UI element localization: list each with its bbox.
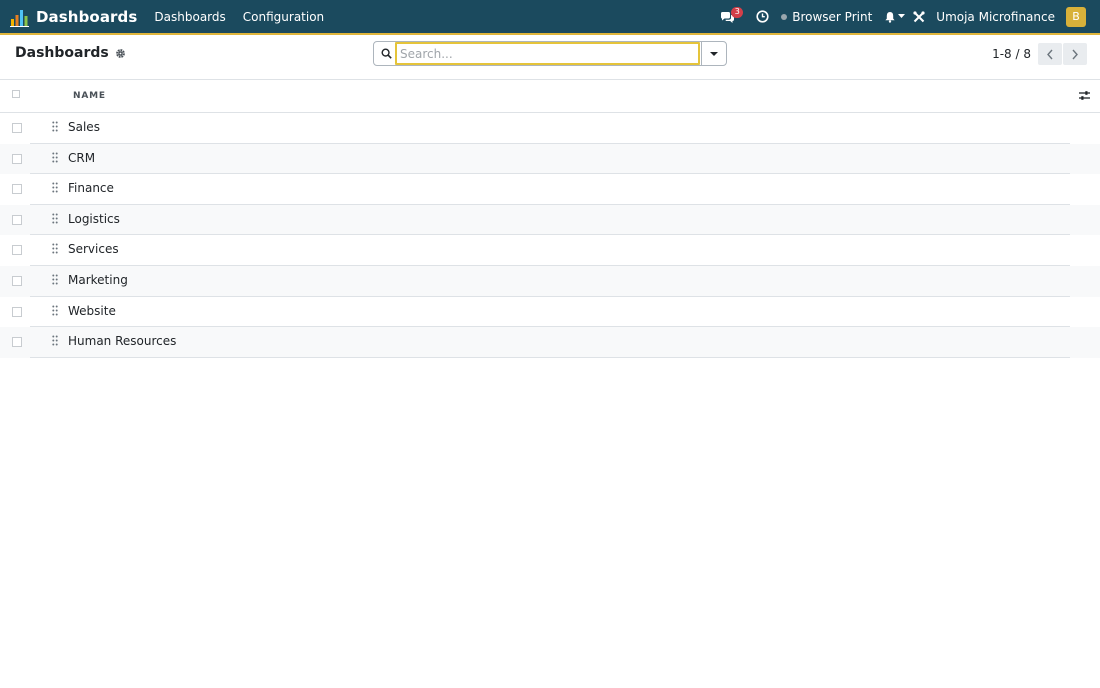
search-options-toggle[interactable]	[701, 42, 726, 65]
drag-handle-icon[interactable]	[52, 274, 58, 285]
dashboard-list: Sales CRM Finance Logistics Services Mar…	[0, 113, 1100, 358]
row-checkbox[interactable]	[12, 153, 22, 164]
row-checkbox[interactable]	[12, 214, 22, 225]
table-row[interactable]: Website	[0, 297, 1100, 328]
select-all-checkbox[interactable]	[12, 90, 20, 98]
table-row[interactable]: Finance	[0, 174, 1100, 205]
row-name: Human Resources	[68, 334, 177, 349]
pager-next-button[interactable]	[1063, 43, 1087, 65]
table-row[interactable]: Logistics	[0, 204, 1100, 236]
chevron-down-icon	[898, 14, 906, 18]
caret-down-icon	[710, 51, 718, 56]
menu-configuration[interactable]: Configuration	[243, 10, 324, 24]
bell-icon	[885, 11, 895, 23]
top-navbar: Dashboards Dashboards Configuration 3 Br…	[0, 0, 1100, 35]
activity-menu[interactable]	[756, 0, 769, 33]
row-name: Marketing	[68, 272, 128, 287]
row-checkbox[interactable]	[12, 184, 22, 195]
app-name: Dashboards	[36, 7, 138, 26]
browser-print-label: Browser Print	[792, 9, 873, 24]
drag-handle-icon[interactable]	[52, 152, 58, 163]
row-name: Sales	[68, 120, 100, 134]
drag-handle-icon[interactable]	[52, 305, 58, 316]
drag-handle-icon[interactable]	[52, 243, 58, 254]
bar-chart-icon	[10, 9, 29, 27]
search-input[interactable]	[395, 42, 700, 65]
systray: 3 Browser Print Umoja Microfinance B	[720, 0, 1100, 33]
row-checkbox[interactable]	[12, 245, 22, 256]
user-avatar[interactable]: B	[1066, 6, 1086, 27]
row-checkbox[interactable]	[12, 337, 22, 348]
row-checkbox[interactable]	[12, 306, 22, 317]
drag-handle-icon[interactable]	[52, 182, 58, 193]
drag-handle-icon[interactable]	[52, 335, 58, 346]
chevron-right-icon	[1072, 49, 1078, 59]
pager: 1-8 / 8	[992, 43, 1087, 65]
company-name: Umoja Microfinance	[936, 9, 1055, 24]
table-row[interactable]: Services	[0, 235, 1100, 266]
gear-icon[interactable]	[115, 48, 126, 59]
control-panel: Dashboards 1-8 / 8	[0, 35, 1100, 80]
browser-print-status[interactable]: Browser Print	[781, 0, 872, 33]
pager-previous-button[interactable]	[1038, 43, 1062, 65]
pager-value[interactable]: 1-8 / 8	[992, 47, 1031, 61]
tools-icon	[913, 10, 925, 22]
row-name: Services	[68, 242, 119, 257]
menu-dashboards[interactable]: Dashboards	[154, 10, 225, 24]
row-name: Logistics	[68, 211, 120, 226]
messages-menu[interactable]: 3	[720, 0, 744, 33]
clock-icon	[756, 10, 769, 23]
row-name: Finance	[68, 181, 114, 196]
table-row[interactable]: Human Resources	[0, 327, 1100, 358]
table-row[interactable]: Sales	[0, 113, 1100, 144]
table-row[interactable]: Marketing	[0, 265, 1100, 297]
row-checkbox[interactable]	[12, 275, 22, 286]
breadcrumb: Dashboards	[15, 45, 126, 61]
table-row[interactable]: CRM	[0, 143, 1100, 175]
row-checkbox[interactable]	[12, 123, 22, 133]
sliders-icon[interactable]	[1078, 89, 1091, 102]
search-bar	[373, 41, 727, 66]
column-header-name[interactable]: NAME	[73, 91, 106, 101]
page-title: Dashboards	[15, 45, 109, 61]
row-name: CRM	[68, 150, 96, 165]
row-name: Website	[68, 303, 116, 318]
debug-menu[interactable]	[913, 0, 925, 33]
notifications-menu[interactable]	[884, 0, 906, 33]
search-icon	[381, 48, 392, 59]
list-header: NAME	[0, 80, 1100, 113]
print-status-dot	[781, 13, 788, 20]
main-menu: Dashboards Configuration	[154, 10, 341, 24]
drag-handle-icon[interactable]	[52, 213, 58, 224]
app-brand[interactable]: Dashboards	[10, 7, 137, 27]
drag-handle-icon[interactable]	[52, 121, 58, 132]
company-switcher[interactable]: Umoja Microfinance	[936, 0, 1055, 33]
chevron-left-icon	[1047, 49, 1053, 59]
messages-badge: 3	[731, 7, 744, 18]
